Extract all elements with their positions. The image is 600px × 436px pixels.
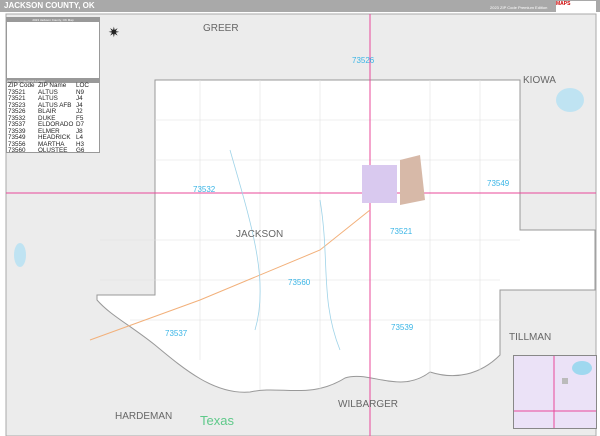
lake-west: [14, 243, 26, 267]
zip-label: 73521: [390, 227, 413, 236]
legend-title: 2023 Jackson County, OK Map: [7, 18, 99, 22]
zip-index-table: ZIP Code Index/Grid Locator ZIP Code ZIP …: [6, 78, 100, 155]
city-altus: [362, 165, 397, 203]
zip-code: 73560: [8, 147, 26, 154]
county-label-tillman: TILLMAN: [509, 332, 552, 343]
lake: [556, 88, 584, 112]
state-label-texas: Texas: [200, 413, 234, 428]
zip-label: 73526: [352, 56, 375, 65]
zip-label: 73532: [193, 185, 216, 194]
zip-label: 73560: [288, 278, 311, 287]
county-label-greer: GREER: [203, 23, 239, 34]
zip-label: 73549: [487, 179, 510, 188]
altus-inset-map: [513, 355, 597, 429]
county-label-kiowa: KIOWA: [523, 75, 556, 86]
zip-label: 73539: [391, 323, 414, 332]
grid-loc: G6: [76, 147, 85, 154]
compass-rose-icon: ✷: [108, 24, 120, 40]
zip-index-row: 73560 OLUSTEE G6: [7, 147, 99, 155]
zip-label: 73537: [165, 329, 188, 338]
zip-name: OLUSTEE: [38, 147, 68, 154]
county-label-wilbarger: WILBARGER: [338, 399, 399, 410]
county-label-jackson: JACKSON: [236, 229, 284, 240]
county-label-hardeman: HARDEMAN: [115, 411, 173, 422]
inset-canvas: [514, 356, 596, 428]
map-legend: 2023 Jackson County, OK Map: [6, 17, 100, 81]
